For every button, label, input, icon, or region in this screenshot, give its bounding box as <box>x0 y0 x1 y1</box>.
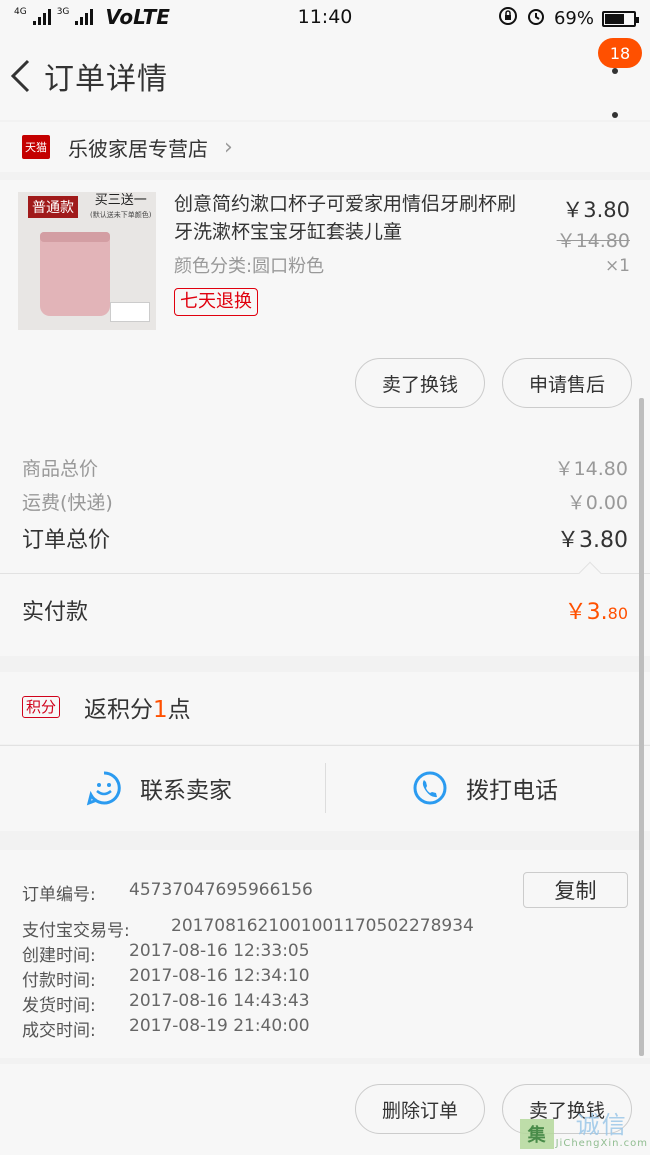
watermark-text: 诚信 <box>575 1111 628 1139</box>
order-total-row: 订单总价 ￥3.80 <box>22 522 628 554</box>
chat-bubble-icon <box>86 771 121 806</box>
alipay-trade-number: 2017081621001001170502278934 <box>171 916 474 936</box>
chevron-right-icon: › <box>224 134 233 160</box>
order-detail-page: 4G 3G VoLTE 11:40 69% 订单详情 18 天猫 乐彼家居专营店… <box>0 0 650 1155</box>
cert-label-image <box>110 302 150 322</box>
product-thumbnail[interactable]: 普通款 买三送一 (默认送未下单颜色) <box>18 192 156 330</box>
points-suffix: 点 <box>167 697 191 723</box>
goods-total-label: 商品总价 <box>22 458 99 480</box>
more-dot-icon <box>612 68 618 74</box>
contact-seller-button[interactable]: 联系卖家 <box>86 745 232 831</box>
original-price: ￥14.80 <box>556 230 630 252</box>
paid-row: 实付款 ￥3.80 <box>22 594 628 626</box>
battery-icon <box>602 10 639 27</box>
shipped-time: 2017-08-16 14:43:43 <box>129 991 310 1011</box>
info-label: 订单编号: <box>22 885 96 905</box>
info-label: 成交时间: <box>22 1021 96 1041</box>
info-label: 付款时间: <box>22 971 96 991</box>
thumb-promo: 买三送一 (默认送未下单颜色) <box>90 194 151 222</box>
contact-divider <box>325 763 326 813</box>
page-title: 订单详情 <box>44 62 168 97</box>
paid-value: ￥3.80 <box>565 594 628 626</box>
nav-header: 订单详情 18 <box>0 34 650 120</box>
cup-image <box>40 232 110 316</box>
watermark: 集 诚信 JiChengXin.com <box>519 1112 648 1149</box>
points-badge: 积分 <box>22 696 61 718</box>
sell-button[interactable]: 卖了换钱 <box>355 358 485 408</box>
goods-total-value: ￥14.80 <box>554 458 628 480</box>
points-text: 返积分1点 <box>84 690 191 724</box>
order-info: 复制 订单编号: 45737047695966156 支付宝交易号: 20170… <box>0 850 650 1058</box>
product-card: 普通款 买三送一 (默认送未下单颜色) 创意简约漱口杯子可爱家用情侣牙刷杯刷牙洗漱… <box>0 180 650 430</box>
product-price: ￥3.80 <box>562 198 630 222</box>
bottom-action-bar: 删除订单 卖了换钱 集 诚信 JiChengXin.com <box>0 1064 650 1155</box>
price-summary: 商品总价 ￥14.80 运费(快递) ￥0.00 订单总价 ￥3.80 实付款 … <box>0 430 650 656</box>
chevron-left-icon <box>10 59 30 93</box>
thumb-tag: 普通款 <box>28 196 78 218</box>
scrollbar[interactable] <box>639 398 644 1056</box>
info-label: 支付宝交易号: <box>22 921 130 941</box>
shipping-label: 运费(快递) <box>22 492 113 514</box>
copy-button[interactable]: 复制 <box>523 872 628 908</box>
completed-time: 2017-08-19 21:40:00 <box>129 1016 310 1036</box>
info-label: 发货时间: <box>22 996 96 1016</box>
info-row: 发货时间: 2017-08-16 14:43:43 <box>22 991 310 1016</box>
goods-total-row: 商品总价 ￥14.80 <box>22 454 628 481</box>
battery-fill <box>605 13 625 24</box>
battery-percent: 69% <box>553 8 594 29</box>
tmall-badge: 天猫 <box>22 135 50 159</box>
info-label: 创建时间: <box>22 946 96 966</box>
thumb-promo-text: 买三送一 <box>94 193 147 208</box>
points-count: 1 <box>153 697 168 723</box>
service-tag: 七天退换 <box>174 288 258 316</box>
alarm-icon <box>526 6 546 31</box>
aftersale-button[interactable]: 申请售后 <box>502 358 632 408</box>
divider <box>0 573 650 574</box>
watermark-url: JiChengXin.com <box>555 1138 648 1149</box>
paid-time: 2017-08-16 12:34:10 <box>129 966 310 986</box>
back-button[interactable] <box>8 58 32 94</box>
more-menu-button[interactable] <box>612 68 620 118</box>
order-number: 45737047695966156 <box>129 880 313 900</box>
shipping-row: 运费(快递) ￥0.00 <box>22 488 628 515</box>
price-notch <box>578 561 602 585</box>
paid-cents: 80 <box>607 604 628 623</box>
product-attribute: 颜色分类:圆口粉色 <box>174 256 325 277</box>
info-row: 支付宝交易号: 2017081621001001170502278934 <box>22 916 474 941</box>
order-total-value: ￥3.80 <box>557 528 628 553</box>
info-row: 付款时间: 2017-08-16 12:34:10 <box>22 966 310 991</box>
phone-icon <box>413 771 447 805</box>
info-row: 创建时间: 2017-08-16 12:33:05 <box>22 941 310 966</box>
call-phone-label: 拨打电话 <box>466 778 558 804</box>
watermark-text-block: 诚信 JiChengXin.com <box>556 1112 648 1149</box>
call-phone-button[interactable]: 拨打电话 <box>412 745 558 831</box>
info-row: 成交时间: 2017-08-19 21:40:00 <box>22 1016 310 1041</box>
rotation-lock-icon <box>498 6 518 31</box>
contact-seller-label: 联系卖家 <box>140 778 232 804</box>
points-prefix: 返积分 <box>84 697 153 723</box>
shop-name: 乐彼家居专营店 <box>68 136 208 161</box>
paid-label: 实付款 <box>22 600 89 625</box>
paid-main: ￥3. <box>564 600 608 625</box>
notification-badge[interactable]: 18 <box>598 38 642 68</box>
order-total-label: 订单总价 <box>22 528 111 553</box>
status-bar: 4G 3G VoLTE 11:40 69% <box>0 0 650 34</box>
product-quantity: ×1 <box>604 256 630 276</box>
info-row: 订单编号: 45737047695966156 <box>22 880 313 905</box>
points-row: 积分 返积分1点 <box>0 672 650 744</box>
cup-rim <box>40 232 110 242</box>
created-time: 2017-08-16 12:33:05 <box>129 941 310 961</box>
product-title[interactable]: 创意简约漱口杯子可爱家用情侣牙刷杯刷牙洗漱杯宝宝牙缸套装儿童 <box>174 190 530 246</box>
more-dot-icon <box>612 112 618 118</box>
shipping-value: ￥0.00 <box>566 492 628 514</box>
delete-order-button[interactable]: 删除订单 <box>355 1084 485 1134</box>
contact-bar: 联系卖家 拨打电话 <box>0 745 650 831</box>
shop-row[interactable]: 天猫 乐彼家居专营店 › <box>0 122 650 172</box>
thumb-promo-small: (默认送未下单颜色) <box>90 211 152 219</box>
watermark-logo: 集 <box>519 1119 554 1149</box>
